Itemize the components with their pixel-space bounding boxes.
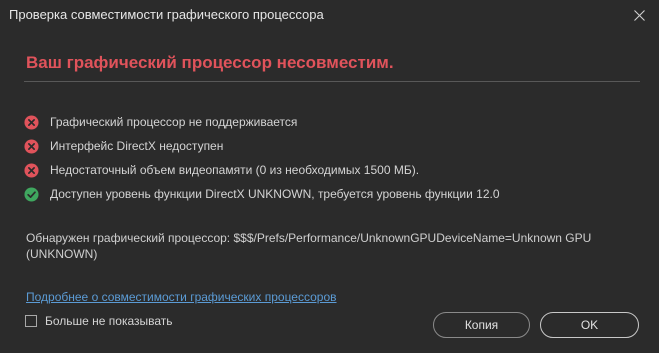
- close-icon: [633, 9, 645, 21]
- check-item: Интерфейс DirectX недоступен: [24, 134, 644, 158]
- ok-button[interactable]: OK: [540, 312, 639, 338]
- check-list: Графический процессор не поддерживается …: [24, 110, 644, 206]
- check-item: Графический процессор не поддерживается: [24, 110, 644, 134]
- success-icon: [24, 186, 39, 202]
- error-icon: [24, 138, 39, 154]
- close-button[interactable]: [619, 0, 659, 30]
- dont-show-again-label: Больше не показывать: [45, 314, 173, 328]
- error-heading: Ваш графический процессор несовместим.: [26, 53, 394, 72]
- error-icon: [24, 114, 39, 130]
- check-text: Недостаточный объем видеопамяти (0 из не…: [50, 163, 420, 177]
- error-icon: [24, 162, 39, 178]
- check-text: Доступен уровень функции DirectX UNKNOWN…: [50, 187, 500, 201]
- check-text: Интерфейс DirectX недоступен: [50, 139, 224, 153]
- check-text: Графический процессор не поддерживается: [50, 115, 298, 129]
- title-bar: Проверка совместимости графического проц…: [0, 0, 659, 30]
- check-item: Недостаточный объем видеопамяти (0 из не…: [24, 158, 644, 182]
- gpu-compatibility-link[interactable]: Подробнее о совместимости графических пр…: [26, 290, 337, 304]
- checkbox-box[interactable]: [25, 315, 37, 327]
- detected-gpu-text: Обнаружен графический процессор: $$$/Pre…: [26, 231, 592, 261]
- divider: [24, 81, 640, 82]
- window-title: Проверка совместимости графического проц…: [9, 7, 324, 22]
- dont-show-again-checkbox[interactable]: Больше не показывать: [25, 314, 173, 328]
- check-item: Доступен уровень функции DirectX UNKNOWN…: [24, 182, 644, 206]
- copy-button[interactable]: Копия: [433, 312, 530, 338]
